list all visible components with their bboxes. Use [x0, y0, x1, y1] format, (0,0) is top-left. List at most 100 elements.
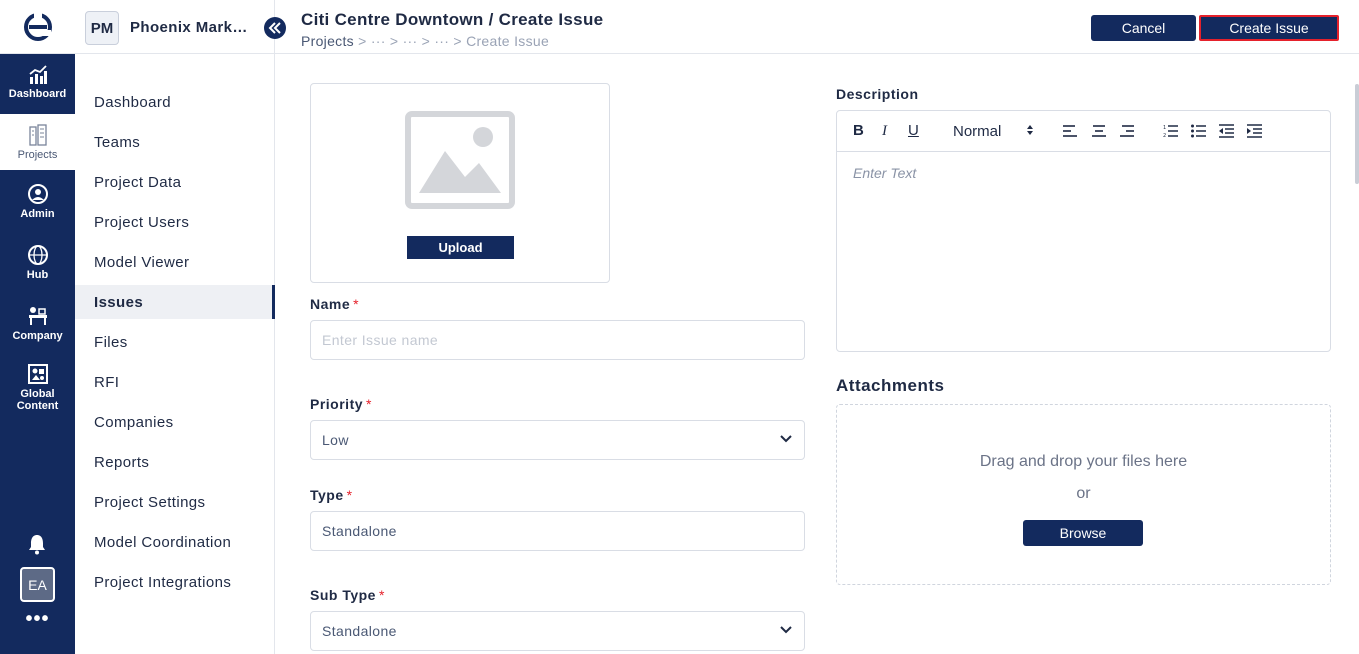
page-scrollbar[interactable] — [1355, 84, 1359, 184]
required-mark: * — [378, 587, 385, 603]
align-center-icon[interactable] — [1092, 125, 1106, 137]
sidebar-item-issues[interactable]: Issues — [75, 285, 275, 319]
cancel-button[interactable]: Cancel — [1091, 15, 1196, 41]
align-left-icon[interactable] — [1063, 125, 1077, 137]
editor-toolbar: B I U Normal 12 — [837, 111, 1330, 152]
svg-text:2: 2 — [1163, 133, 1166, 138]
required-mark: * — [353, 296, 360, 312]
breadcrumb: Projects > ··· > ··· > ··· > Create Issu… — [301, 33, 549, 49]
project-header: PM Phoenix Mark… — [75, 0, 275, 54]
sidebar-item-project-integrations[interactable]: Project Integrations — [75, 562, 275, 602]
project-nav: Dashboard Teams Project Data Project Use… — [75, 82, 275, 602]
type-label-text: Type — [310, 487, 344, 503]
description-label: Description — [836, 86, 919, 102]
issue-image-box: Upload — [310, 83, 610, 283]
ordered-list-icon[interactable]: 12 — [1163, 124, 1178, 138]
bold-icon[interactable]: B — [853, 123, 864, 139]
issue-name-input[interactable] — [322, 332, 804, 348]
app-root: Dashboard Projects Admin Hub Company Glo… — [0, 0, 1359, 654]
file-dropzone[interactable]: Drag and drop your files here or Browse — [836, 404, 1331, 585]
issue-name-field[interactable] — [310, 320, 805, 360]
dashboard-chart-icon — [28, 64, 47, 84]
rail-item-dashboard[interactable]: Dashboard — [0, 54, 75, 110]
sidebar-item-dashboard[interactable]: Dashboard — [75, 82, 275, 122]
indent-icon[interactable] — [1247, 124, 1262, 138]
sidebar-item-model-coordination[interactable]: Model Coordination — [75, 522, 275, 562]
create-issue-form: Upload Name* Priority* Low Type* Standal… — [275, 54, 1359, 654]
rail-label-projects: Projects — [17, 148, 58, 161]
more-options-button[interactable]: ••• — [0, 608, 75, 631]
bullet-list-icon[interactable] — [1191, 124, 1206, 138]
project-name[interactable]: Phoenix Mark… — [130, 19, 250, 36]
underline-icon[interactable]: U — [908, 123, 919, 139]
rail-item-hub[interactable]: Hub — [0, 234, 75, 290]
notifications-button[interactable] — [27, 533, 47, 560]
image-placeholder-icon — [405, 111, 515, 209]
outdent-icon[interactable] — [1219, 124, 1234, 138]
main-nav-rail: Dashboard Projects Admin Hub Company Glo… — [0, 0, 75, 654]
create-issue-button[interactable]: Create Issue — [1199, 15, 1339, 41]
project-sidebar: PM Phoenix Mark… Dashboard Teams Project… — [75, 0, 275, 654]
rail-label-hub: Hub — [26, 268, 49, 281]
attachments-title: Attachments — [836, 376, 945, 395]
breadcrumb-trail: > ··· > ··· > ··· > Create Issue — [353, 33, 550, 49]
priority-label: Priority * — [310, 396, 372, 412]
sidebar-item-teams[interactable]: Teams — [75, 122, 275, 162]
chevron-down-icon — [780, 626, 792, 634]
italic-icon[interactable]: I — [882, 123, 887, 139]
global-content-icon — [27, 363, 48, 384]
subtype-select[interactable]: Standalone — [310, 611, 805, 651]
required-mark: * — [346, 487, 353, 503]
svg-text:1: 1 — [1163, 125, 1166, 131]
sidebar-item-project-users[interactable]: Project Users — [75, 202, 275, 242]
rail-item-global-content[interactable]: Global Content — [0, 355, 75, 419]
priority-label-text: Priority — [310, 396, 364, 412]
sidebar-item-companies[interactable]: Companies — [75, 402, 275, 442]
rail-label-dashboard: Dashboard — [8, 87, 67, 100]
type-label: Type * — [310, 487, 353, 503]
name-label-text: Name — [310, 296, 351, 312]
required-mark: * — [366, 396, 372, 412]
sidebar-item-project-settings[interactable]: Project Settings — [75, 482, 275, 522]
upload-button[interactable]: Upload — [407, 236, 514, 259]
rail-item-admin[interactable]: Admin — [0, 173, 75, 229]
select-arrows-icon — [1026, 125, 1033, 135]
logo-icon — [23, 10, 52, 41]
user-avatar[interactable]: EA — [20, 567, 55, 602]
project-badge: PM — [85, 11, 119, 45]
sidebar-item-reports[interactable]: Reports — [75, 442, 275, 482]
description-textarea[interactable]: Enter Text — [853, 165, 916, 181]
rail-item-projects[interactable]: Projects — [0, 114, 75, 170]
sidebar-item-model-viewer[interactable]: Model Viewer — [75, 242, 275, 282]
app-logo[interactable] — [0, 0, 75, 54]
browse-button[interactable]: Browse — [1023, 520, 1143, 546]
type-value: Standalone — [322, 523, 397, 539]
admin-user-icon — [27, 183, 48, 204]
rail-label-admin: Admin — [20, 207, 55, 220]
priority-value: Low — [322, 432, 349, 448]
page-title: Citi Centre Downtown / Create Issue — [301, 10, 604, 29]
breadcrumb-projects[interactable]: Projects — [301, 33, 354, 49]
description-editor: B I U Normal 12 Enter Text — [836, 110, 1331, 352]
dropzone-text: Drag and drop your files here — [979, 453, 1188, 470]
align-right-icon[interactable] — [1120, 125, 1134, 137]
projects-building-icon — [28, 123, 47, 146]
chevron-down-icon — [780, 435, 792, 443]
bell-icon — [29, 535, 45, 555]
rail-item-company[interactable]: Company — [0, 295, 75, 351]
subtype-label-text: Sub Type — [310, 587, 376, 603]
subtype-value: Standalone — [322, 623, 397, 639]
dropzone-or: or — [1076, 485, 1091, 502]
priority-select[interactable]: Low — [310, 420, 805, 460]
name-label: Name * — [310, 296, 359, 312]
type-field[interactable]: Standalone — [310, 511, 805, 551]
format-value: Normal — [953, 123, 1002, 140]
company-desk-icon — [28, 306, 47, 325]
sidebar-item-files[interactable]: Files — [75, 322, 275, 362]
collapse-sidebar-button[interactable] — [264, 17, 286, 39]
sidebar-item-rfi[interactable]: RFI — [75, 362, 275, 402]
sidebar-item-project-data[interactable]: Project Data — [75, 162, 275, 202]
rail-label-global-content: Global Content — [16, 387, 59, 412]
double-chevron-left-icon — [268, 22, 281, 34]
format-select[interactable]: Normal — [953, 123, 1034, 140]
